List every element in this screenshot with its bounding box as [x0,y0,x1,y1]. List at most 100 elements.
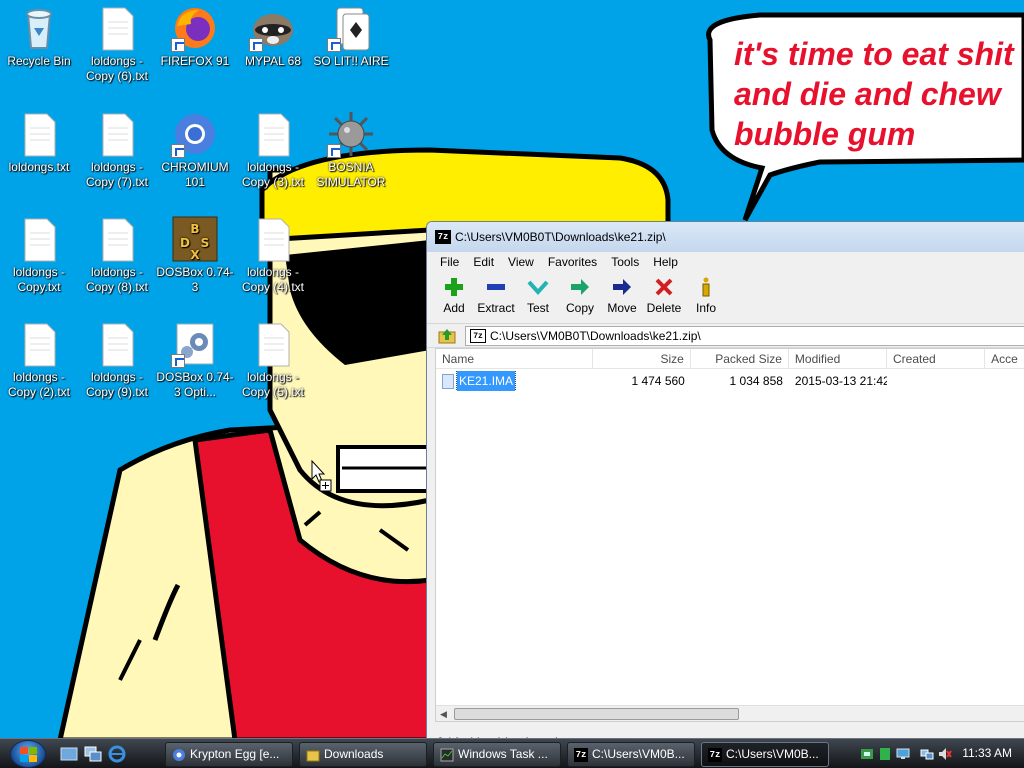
file-list[interactable]: Name Size Packed Size Modified Created A… [435,348,1024,722]
test-button[interactable]: Test [517,276,559,315]
desktop-icon-solitaire[interactable]: SO LIT!! AIRE [312,4,390,69]
internet-explorer-icon[interactable] [108,745,126,763]
file-accessed [985,371,1024,391]
desktop-icon-mypal[interactable]: MYPAL 68 [234,4,312,69]
solitaire-icon [327,4,375,52]
menu-view[interactable]: View [501,255,541,269]
copy-label: Copy [565,301,594,315]
column-accessed[interactable]: Acce [985,349,1024,369]
file-packed-size: 1 034 858 [729,374,783,388]
file-created [887,371,985,391]
desktop-icon-loldongs-copy-3[interactable]: loldongs - Copy (3).txt [234,110,312,190]
desktop-icon-chromium[interactable]: CHROMIUM 101 [156,110,234,190]
add-label: Add [443,301,465,315]
mine-icon [327,110,375,158]
desktop-icon-dosbox-options[interactable]: DOSBox 0.74-3 Opti... [156,320,234,400]
taskbar-button-label: Downloads [324,747,384,761]
horizontal-scrollbar[interactable]: ◀ [436,705,1024,721]
desktop-icon-loldongs-copy-2[interactable]: loldongs - Copy (2).txt [0,320,78,400]
7zip-icon: 7z [708,748,722,762]
desktop-icon-loldongs-copy-8[interactable]: loldongs - Copy (8).txt [78,215,156,295]
show-desktop-icon[interactable] [60,745,78,763]
table-row[interactable]: KE21.IMA 1 474 560 1 034 858 2015-03-13 … [436,371,1024,391]
up-folder-button[interactable] [437,326,457,346]
move-button[interactable]: Move [601,276,643,315]
scrollbar-thumb[interactable] [454,708,739,720]
tray-monitor-icon[interactable] [896,747,910,761]
desktop-icon-loldongs[interactable]: loldongs.txt [0,110,78,175]
network-icon[interactable] [920,747,934,761]
desktop-icon-loldongs-copy-9[interactable]: loldongs - Copy (9).txt [78,320,156,400]
7zip-icon: 7z [435,230,451,244]
taskbar-button-label: C:\Users\VM0B... [726,747,819,761]
menu-file[interactable]: File [433,255,466,269]
delete-button[interactable]: Delete [643,276,685,315]
menu-edit[interactable]: Edit [466,255,501,269]
extract-button[interactable]: Extract [475,276,517,315]
scroll-left-icon[interactable]: ◀ [440,709,447,720]
window-titlebar[interactable]: 7z C:\Users\VM0B0T\Downloads\ke21.zip\ [427,222,1024,252]
7zip-file-manager-window[interactable]: 7z C:\Users\VM0B0T\Downloads\ke21.zip\ F… [426,221,1024,751]
taskbar-button-downloads[interactable]: Downloads [299,742,427,767]
tray-device-icon[interactable] [878,747,892,761]
column-packed-size[interactable]: Packed Size [691,348,789,369]
folder-icon [306,750,320,762]
taskbar-button-label: Krypton Egg [e... [190,747,280,761]
text-file-icon [15,320,63,368]
menu-help[interactable]: Help [646,255,685,269]
column-size[interactable]: Size [593,348,691,369]
desktop-icon-dosbox[interactable]: BDSX DOSBox 0.74-3 [156,215,234,295]
svg-text:S: S [201,236,210,250]
recycle-bin-icon [15,4,63,52]
shortcut-arrow-icon [171,144,185,158]
desktop-icon-bosnia-simulator[interactable]: BOSNIA SIMULATOR [312,110,390,190]
text-file-icon [249,215,297,263]
desktop-icon-label: FIREFOX 91 [160,54,230,68]
menu-tools[interactable]: Tools [604,255,646,269]
task-manager-icon [440,748,454,762]
clock[interactable]: 11:33 AM [962,746,1012,760]
address-text: C:\Users\VM0B0T\Downloads\ke21.zip\ [490,328,701,343]
info-button[interactable]: Info [685,276,727,315]
tray-app-icon[interactable] [860,747,874,761]
file-name-cell: KE21.IMA [436,371,593,391]
menu-favorites[interactable]: Favorites [541,255,604,269]
dosbox-icon: BDSX [171,215,219,263]
desktop-icon-loldongs-copy-6[interactable]: loldongs - Copy (6).txt [78,4,156,84]
add-button[interactable]: Add [433,276,475,315]
address-field[interactable]: 7z C:\Users\VM0B0T\Downloads\ke21.zip\ [465,325,1024,346]
taskbar-button-krypton-egg[interactable]: Krypton Egg [e... [165,742,293,767]
copy-button[interactable]: Copy [559,276,601,315]
info-icon [702,277,710,297]
column-name[interactable]: Name [436,348,593,369]
taskbar-button-task-manager[interactable]: Windows Task ... [433,742,561,767]
taskbar-button-label: C:\Users\VM0B... [592,747,685,761]
shortcut-arrow-icon [171,354,185,368]
delete-icon [655,278,673,296]
desktop-icon-loldongs-copy-4[interactable]: loldongs - Copy (4).txt [234,215,312,295]
desktop-icon-loldongs-copy-5[interactable]: loldongs - Copy (5).txt [234,320,312,400]
desktop-icon-label: loldongs - Copy (3).txt [241,160,304,189]
column-created[interactable]: Created [887,348,986,369]
switch-windows-icon[interactable] [84,745,102,763]
file-modified: 2015-03-13 21:42 [794,374,887,388]
taskbar-button-7zip-2[interactable]: 7z C:\Users\VM0B... [701,742,829,767]
desktop-icon-label: Recycle Bin [7,54,71,68]
desktop-icon-recycle-bin[interactable]: Recycle Bin [0,4,78,69]
desktop-icon-label: loldongs - Copy.txt [12,265,66,294]
desktop-icon-firefox[interactable]: FIREFOX 91 [156,4,234,69]
file-size: 1 474 560 [631,374,685,388]
desktop-icon-loldongs-copy-7[interactable]: loldongs - Copy (7).txt [78,110,156,190]
taskbar: Krypton Egg [e... Downloads Windows Task… [0,738,1024,768]
text-file-icon [15,110,63,158]
move-label: Move [607,301,637,315]
quick-launch [60,745,126,763]
windows-logo-icon [20,747,37,762]
desktop-icon-label: loldongs.txt [8,160,70,174]
column-modified[interactable]: Modified [789,348,887,369]
taskbar-button-7zip-1[interactable]: 7z C:\Users\VM0B... [567,742,695,767]
volume-muted-icon[interactable] [938,747,952,761]
desktop-icon-loldongs-copy[interactable]: loldongs - Copy.txt [0,215,78,295]
text-file-icon [15,215,63,263]
start-button[interactable] [10,740,46,768]
